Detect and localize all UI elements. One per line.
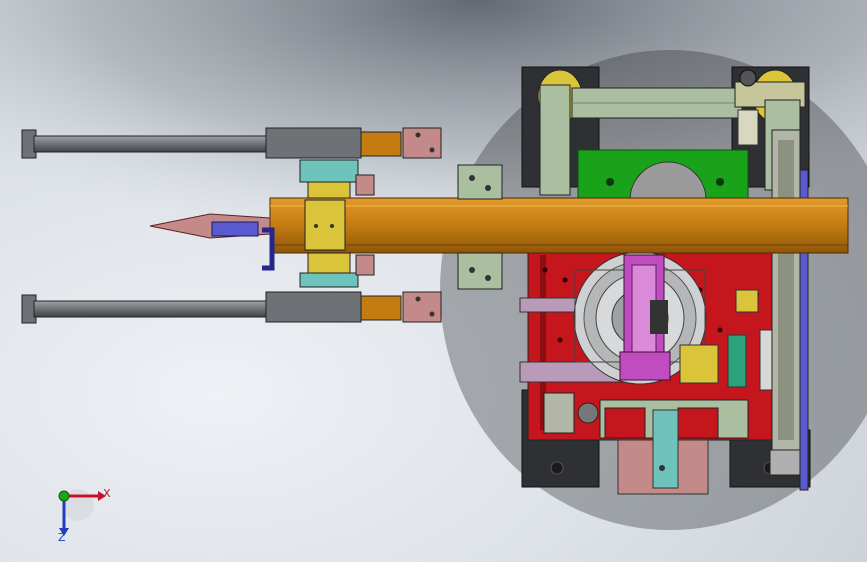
cad-viewport[interactable]: X Z: [0, 0, 867, 562]
triad-z-label: Z: [58, 531, 66, 544]
right-linear-rail[interactable]: [769, 129, 809, 491]
lift-bracket[interactable]: [619, 254, 671, 381]
motor-mount-plate[interactable]: [577, 149, 749, 201]
triad-x-label: X: [103, 487, 111, 500]
coordinate-triad: [58, 489, 106, 536]
triad-origin: [58, 490, 70, 502]
assembly-drawing[interactable]: [0, 0, 867, 562]
main-beam[interactable]: [269, 197, 849, 254]
